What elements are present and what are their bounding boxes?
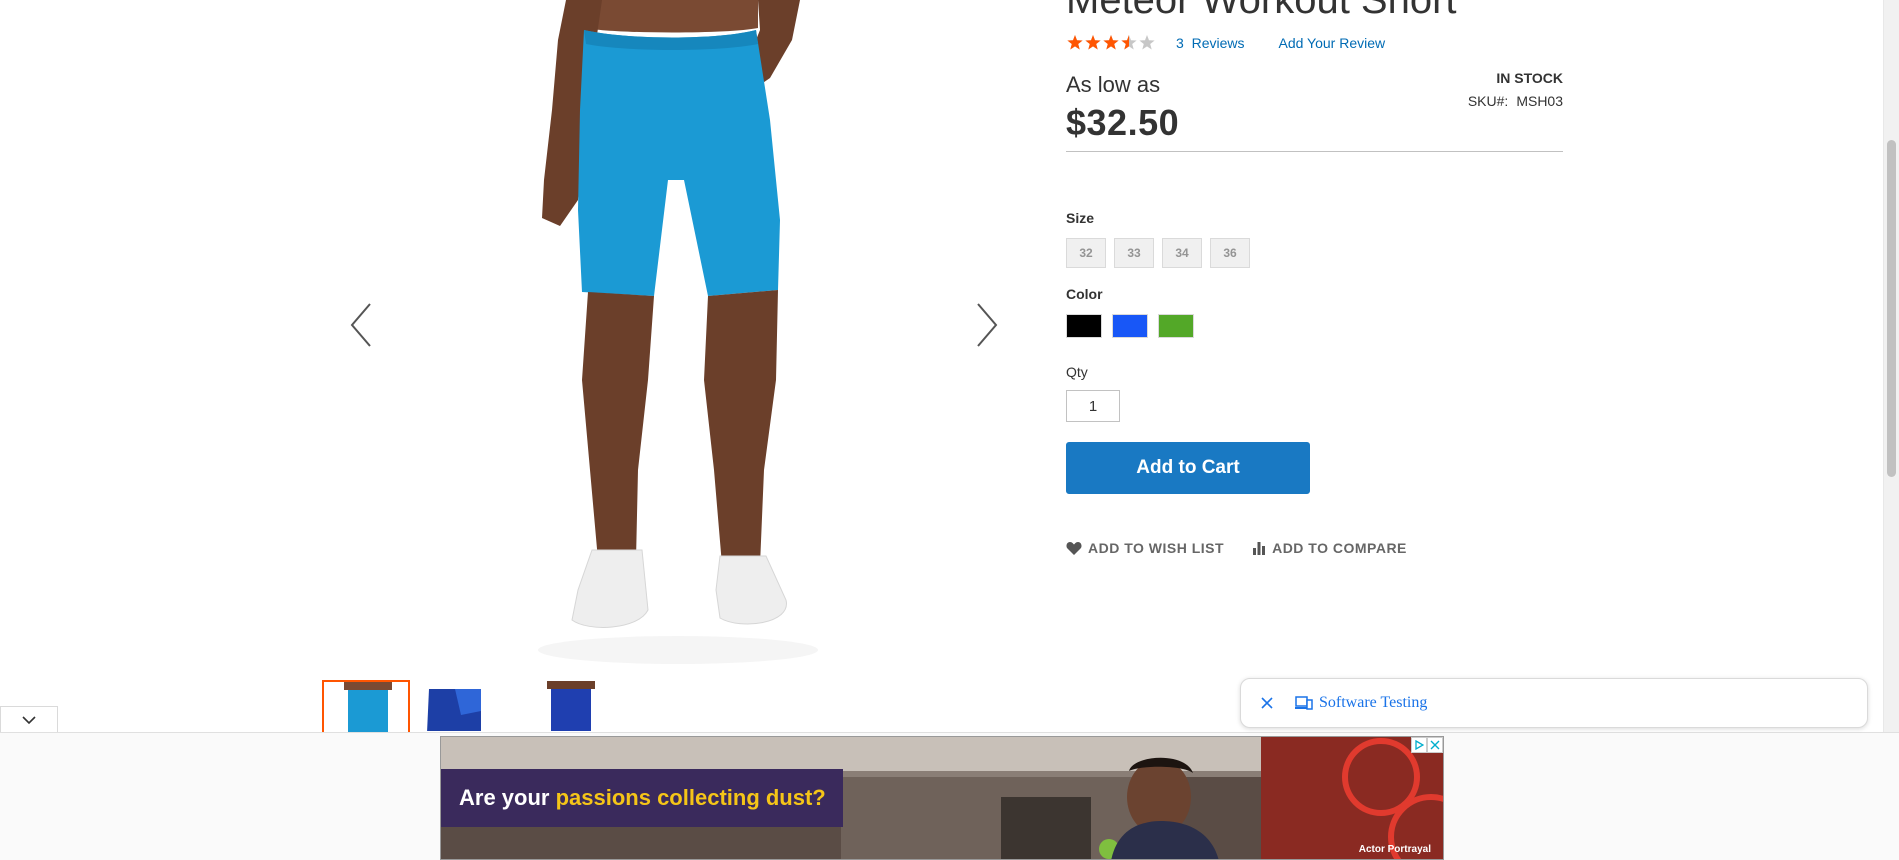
star-filled-icon — [1103, 35, 1119, 50]
rating-stars — [1066, 33, 1156, 53]
compare-label: ADD TO COMPARE — [1272, 540, 1407, 556]
ad-close-icon[interactable] — [1427, 737, 1443, 753]
collapse-ad-button[interactable] — [0, 706, 58, 732]
notification-pill: Software Testing — [1240, 678, 1868, 728]
scrollbar-thumb[interactable] — [1887, 140, 1896, 477]
heart-icon — [1066, 542, 1082, 555]
add-review-link[interactable]: Add Your Review — [1278, 35, 1385, 51]
ad-headline: Are your passions collecting dust? — [459, 785, 826, 810]
size-swatches: 32 33 34 36 — [1066, 238, 1250, 268]
qty-label: Qty — [1066, 364, 1088, 380]
star-icon — [1139, 35, 1155, 50]
product-main-image — [538, 0, 818, 664]
rating-summary: 3 Reviews Add Your Review — [1066, 33, 1385, 53]
qty-input[interactable] — [1066, 390, 1120, 422]
thumbnail-1[interactable] — [322, 680, 410, 732]
add-to-wishlist-button[interactable]: ADD TO WISH LIST — [1066, 540, 1224, 556]
product-title: Meteor Workout Short — [1066, 0, 1457, 22]
price-prefix: As low as — [1066, 72, 1161, 97]
add-to-compare-button[interactable]: ADD TO COMPARE — [1252, 540, 1407, 556]
ad-headline-box: Are your passions collecting dust? — [441, 769, 843, 827]
thumbnail-3[interactable] — [526, 680, 614, 732]
sku: SKU#: MSH03 — [1468, 93, 1563, 109]
divider — [1066, 151, 1563, 152]
gallery-thumbnails — [322, 680, 614, 732]
color-swatches — [1066, 314, 1194, 338]
thumbnail-2[interactable] — [424, 680, 512, 732]
product-price: $32.50 — [1066, 102, 1180, 143]
page-scrollbar[interactable] — [1883, 0, 1899, 737]
add-to-cart-button[interactable]: Add to Cart — [1066, 442, 1310, 494]
color-label: Color — [1066, 286, 1103, 302]
reviews-link[interactable]: 3 Reviews — [1176, 35, 1244, 51]
star-filled-icon — [1085, 35, 1101, 50]
color-swatch-black[interactable] — [1066, 314, 1102, 338]
size-swatch-34[interactable]: 34 — [1162, 238, 1202, 268]
gallery-prev-arrow-icon[interactable] — [346, 300, 376, 350]
gallery-next-arrow-icon[interactable] — [972, 300, 1002, 350]
size-swatch-36[interactable]: 36 — [1210, 238, 1250, 268]
color-swatch-green[interactable] — [1158, 314, 1194, 338]
compare-icon — [1253, 542, 1266, 555]
product-actions: ADD TO WISH LIST ADD TO COMPARE — [1066, 540, 1407, 556]
sku-label: SKU#: — [1467, 93, 1509, 109]
star-filled-icon — [1067, 35, 1083, 50]
wishlist-label: ADD TO WISH LIST — [1088, 540, 1225, 556]
notification-text[interactable]: Software Testing — [1319, 694, 1427, 712]
sku-value: MSH03 — [1516, 93, 1563, 109]
close-icon[interactable] — [1257, 693, 1277, 713]
ad-disclaimer: Actor Portrayal — [1358, 844, 1431, 855]
ad-info-icon[interactable] — [1411, 737, 1427, 753]
stock-status: IN STOCK — [1496, 70, 1563, 86]
devices-icon — [1295, 696, 1313, 710]
size-swatch-33[interactable]: 33 — [1114, 238, 1154, 268]
ad-banner[interactable]: Are your passions collecting dust? Actor… — [440, 736, 1444, 860]
product-gallery — [322, 0, 1002, 680]
size-swatch-32[interactable]: 32 — [1066, 238, 1106, 268]
size-label: Size — [1066, 210, 1095, 226]
ad-choices — [1411, 737, 1443, 753]
color-swatch-blue[interactable] — [1112, 314, 1148, 338]
chevron-down-icon — [22, 715, 36, 724]
